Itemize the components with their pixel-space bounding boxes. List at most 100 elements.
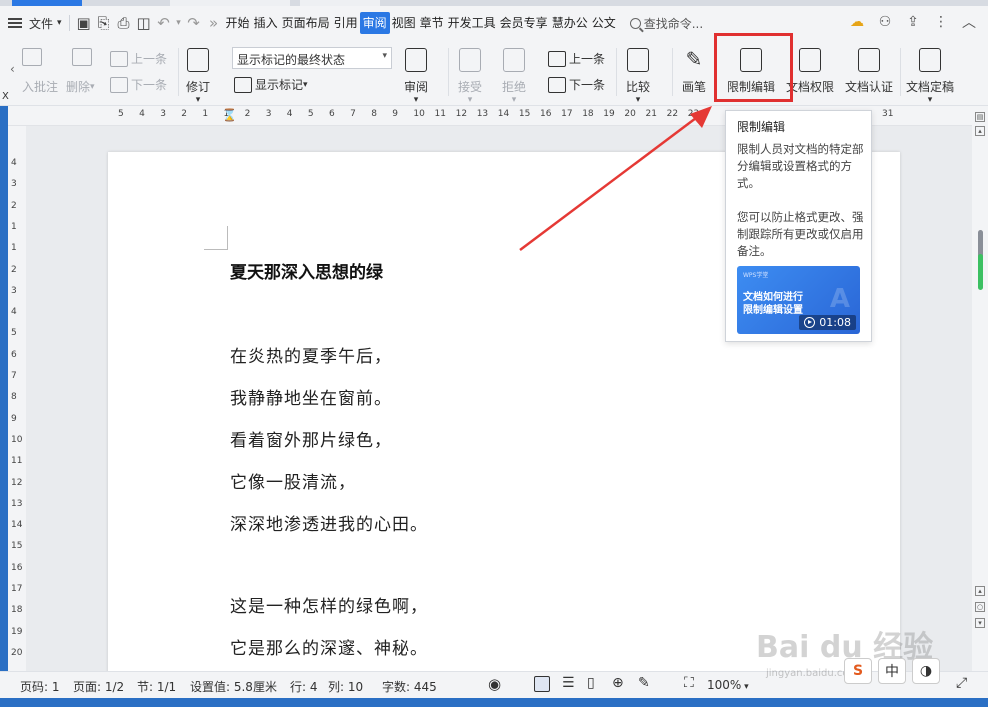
sogou-ime-icon[interactable]: S (844, 658, 872, 684)
markup-mode-value: 显示标记的最终状态 (237, 53, 346, 67)
track-changes-button[interactable]: 修订 (186, 48, 210, 105)
next-page-icon[interactable]: ▾ (975, 618, 985, 628)
undo-dropdown-icon[interactable]: ▾ (174, 12, 184, 34)
accept-button[interactable]: 接受 (458, 48, 482, 105)
hamburger-icon[interactable] (8, 18, 22, 28)
add-comment-icon (22, 48, 45, 66)
video-duration[interactable]: 01:08 (799, 315, 856, 330)
export-pdf-icon[interactable]: ⎘ (94, 12, 114, 34)
next-comment-button[interactable]: 下一条 (110, 76, 167, 93)
outline-view-icon[interactable]: ☰ (562, 675, 575, 691)
compare-button[interactable]: 比较 (626, 48, 650, 105)
reject-button[interactable]: 拒绝 (502, 48, 526, 105)
write-view-icon[interactable]: ✎ (638, 675, 650, 691)
reject-icon (503, 48, 525, 72)
tab-home[interactable]: 开始 (224, 12, 252, 34)
web-view-icon[interactable]: ⊕ (612, 675, 624, 691)
compare-icon (627, 48, 649, 72)
video-brand: WPS学堂 (743, 272, 769, 279)
show-markup-button[interactable]: 显示标记 (234, 76, 308, 93)
fullscreen-icon[interactable]: ⤢ (956, 675, 967, 691)
eye-protection-icon[interactable]: ◉ (488, 675, 501, 693)
doc-line[interactable]: 它是那么的深邃、神秘。 (230, 634, 428, 659)
tab-member[interactable]: 会员专享 (498, 12, 550, 34)
ribbon-scroll-left-icon[interactable]: ‹ (10, 62, 15, 76)
next-change-button[interactable]: 下一条 (548, 76, 605, 93)
status-setting[interactable]: 设置值: 5.8厘米 (190, 678, 277, 695)
add-comment-button[interactable]: 入批注 (22, 78, 58, 95)
doc-line[interactable]: 看着窗外那片绿色， (230, 426, 392, 451)
vertical-scrollbar[interactable]: ▤ ▴ ▴ ○ ▾ (972, 106, 988, 671)
ruler-tick-label: 8 (11, 392, 17, 403)
collapse-ribbon-icon[interactable]: ︿ (958, 11, 980, 33)
cloud-sync-icon[interactable]: ☁ (846, 11, 868, 33)
scroll-up-icon[interactable]: ▴ (975, 126, 985, 136)
indent-marker-icon[interactable]: ⌛ (222, 108, 237, 122)
status-row[interactable]: 行: 4 (290, 678, 318, 695)
moon-mode-icon[interactable]: ◑ (912, 658, 940, 684)
tutorial-video-thumbnail[interactable]: WPS学堂 A 文档如何进行 限制编辑设置 01:08 (737, 266, 860, 334)
ruler-tick-label: 15 (11, 541, 23, 552)
prev-change-button[interactable]: 上一条 (548, 50, 605, 67)
ruler-tick-label: 10 (413, 109, 425, 119)
close-pane-icon[interactable]: X (2, 91, 9, 102)
ime-language-toggle[interactable]: 中 (878, 658, 906, 684)
status-page-number[interactable]: 页码: 1 (20, 678, 60, 695)
zoom-level[interactable]: 100% (707, 678, 749, 692)
tab-chapter[interactable]: 章节 (418, 12, 446, 34)
doc-title[interactable]: 夏天那深入思想的绿 (230, 258, 383, 283)
status-col[interactable]: 列: 10 (328, 678, 363, 695)
doc-finalize-button[interactable]: 文档定稿 (906, 48, 954, 105)
doc-certify-button[interactable]: 文档认证 (845, 48, 893, 95)
tab-smart-office[interactable]: 慧办公 (550, 12, 590, 34)
ruler-tick-label: 18 (11, 605, 23, 616)
collaborate-icon[interactable]: ⚇ (874, 11, 896, 33)
ruler-tick-label: 9 (392, 109, 399, 119)
tab-references[interactable]: 引用 (332, 12, 360, 34)
status-word-count[interactable]: 字数: 445 (382, 678, 437, 695)
print-preview-icon[interactable]: ◫ (134, 12, 154, 34)
doc-line[interactable]: 深深地渗透进我的心田。 (230, 510, 428, 535)
doc-permission-button[interactable]: 文档权限 (786, 48, 834, 95)
status-pages[interactable]: 页面: 1/2 (73, 678, 124, 695)
fit-page-icon[interactable]: ⛶ (684, 675, 694, 691)
share-icon[interactable]: ⇪ (902, 11, 924, 33)
delete-comment-button[interactable]: 删除 (66, 78, 95, 95)
tab-insert[interactable]: 插入 (252, 12, 280, 34)
save-icon[interactable]: ▣ (74, 12, 94, 34)
scroll-settings-icon[interactable]: ▤ (975, 112, 985, 122)
ruler-tick-label: 9 (11, 413, 17, 424)
select-browse-icon[interactable]: ○ (975, 602, 985, 612)
review-pane-button[interactable]: 审阅 (404, 48, 428, 105)
divider (900, 48, 901, 96)
track-changes-icon (187, 48, 209, 72)
doc-line[interactable]: 这是一种怎样的绿色啊， (230, 592, 428, 617)
doc-line[interactable]: 在炎热的夏季午后， (230, 342, 392, 367)
reading-view-icon[interactable]: ▯ (587, 675, 595, 691)
reading-progress (978, 254, 983, 290)
markup-mode-select[interactable]: 显示标记的最终状态 ▾ (232, 47, 392, 69)
doc-line[interactable]: 我静静地坐在窗前。 (230, 384, 392, 409)
page-view-icon[interactable] (534, 676, 550, 692)
ink-button[interactable]: ✎ 画笔 (682, 48, 706, 95)
file-menu[interactable]: 文件 ▾ (26, 10, 65, 36)
prev-comment-button[interactable]: 上一条 (110, 50, 167, 67)
status-section[interactable]: 节: 1/1 (137, 678, 176, 695)
undo-icon[interactable]: ↶ (154, 12, 174, 34)
command-search[interactable]: 查找命令... (629, 15, 703, 32)
tab-layout[interactable]: 页面布局 (280, 12, 332, 34)
more-options-icon[interactable]: ⋮ (930, 11, 952, 33)
window-actions: ☁ ⚇ ⇪ ⋮ ︿ (846, 11, 980, 33)
redo-icon[interactable]: ↷ (184, 12, 204, 34)
print-icon[interactable]: ⎙ (114, 12, 134, 34)
tab-developer[interactable]: 开发工具 (446, 12, 498, 34)
review-pane-icon (405, 48, 427, 72)
tab-review[interactable]: 审阅 (359, 12, 390, 34)
prev-page-icon[interactable]: ▴ (975, 586, 985, 596)
more-icon[interactable]: » (204, 12, 224, 34)
tab-view[interactable]: 视图 (390, 12, 418, 34)
ruler-tick-label: 10 (11, 434, 23, 445)
next-change-label: 下一条 (569, 78, 606, 92)
tab-official-doc[interactable]: 公文 (590, 12, 618, 34)
doc-line[interactable]: 它像一股清流， (230, 468, 356, 493)
